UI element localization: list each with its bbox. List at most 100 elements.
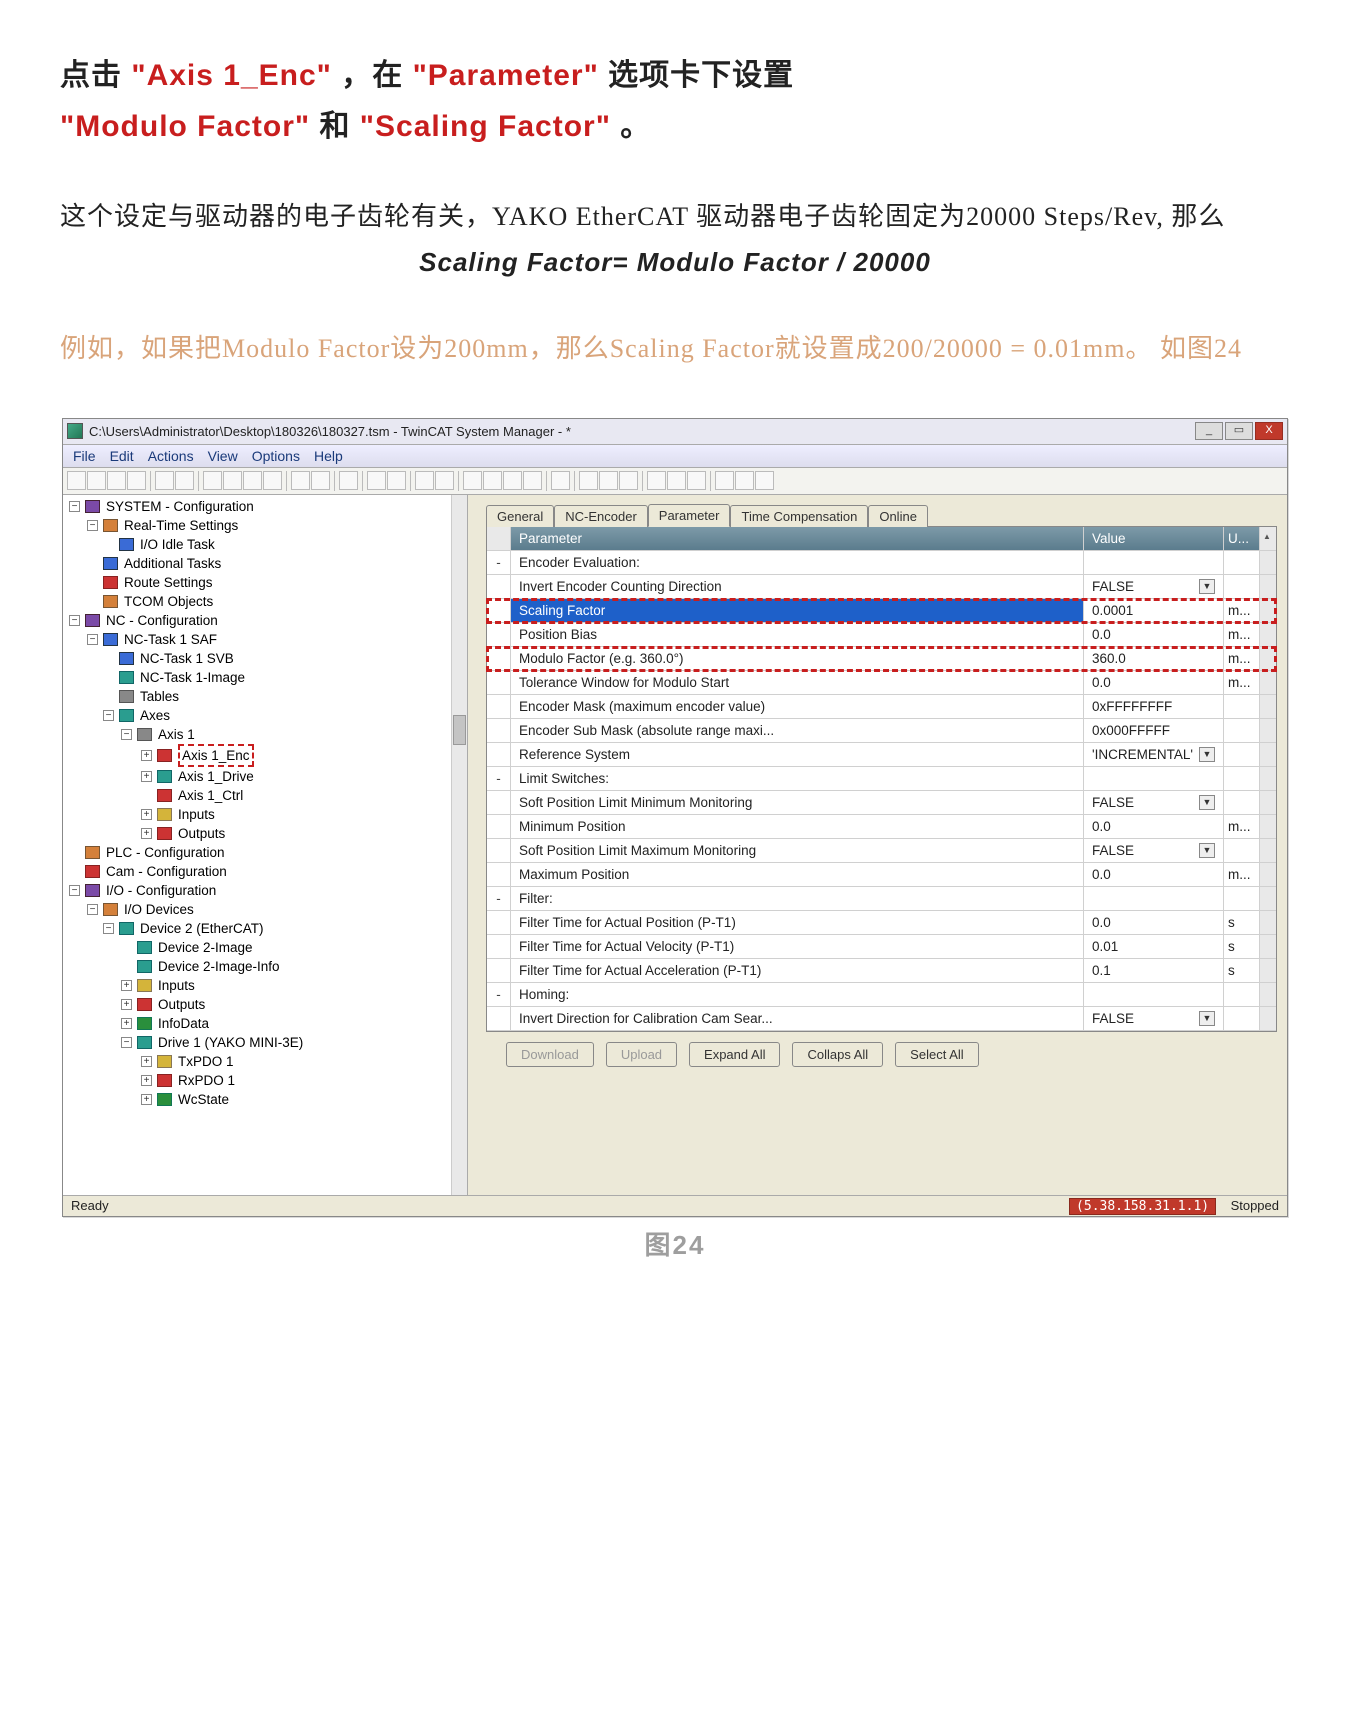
tree-node[interactable]: I/O Idle Task: [63, 535, 467, 554]
tree-pane[interactable]: −SYSTEM - Configuration−Real-Time Settin…: [63, 495, 468, 1195]
tree-node[interactable]: +Inputs: [63, 805, 467, 824]
toolbar-icon[interactable]: [415, 471, 434, 490]
param-value[interactable]: 0x000FFFFF: [1084, 719, 1224, 742]
toolbar-icon[interactable]: [503, 471, 522, 490]
toolbar-icon[interactable]: [223, 471, 242, 490]
scroll-thumb[interactable]: [453, 715, 466, 745]
tree-node[interactable]: +RxPDO 1: [63, 1071, 467, 1090]
toolbar-icon[interactable]: [311, 471, 330, 490]
tree-node[interactable]: −Axes: [63, 706, 467, 725]
param-value[interactable]: 0.0: [1084, 671, 1224, 694]
collapse-all-button[interactable]: Collaps All: [792, 1042, 883, 1067]
toolbar-icon[interactable]: [667, 471, 686, 490]
param-value[interactable]: FALSE▼: [1084, 575, 1224, 598]
tree-node[interactable]: Tables: [63, 687, 467, 706]
header-scroll-up[interactable]: [1260, 527, 1276, 550]
param-value[interactable]: 0.0: [1084, 623, 1224, 646]
parameter-row[interactable]: Filter Time for Actual Velocity (P-T1)0.…: [487, 935, 1276, 959]
param-value[interactable]: FALSE▼: [1084, 839, 1224, 862]
tree-node[interactable]: Cam - Configuration: [63, 862, 467, 881]
expand-icon[interactable]: +: [121, 1018, 132, 1029]
expand-icon[interactable]: +: [141, 1094, 152, 1105]
param-value[interactable]: 0.0001: [1084, 599, 1224, 622]
toolbar-icon[interactable]: [599, 471, 618, 490]
tree-node[interactable]: +Outputs: [63, 995, 467, 1014]
tree-node[interactable]: NC-Task 1-Image: [63, 668, 467, 687]
param-value[interactable]: 0.1: [1084, 959, 1224, 982]
row-expand[interactable]: -: [487, 767, 511, 790]
tree-node[interactable]: −NC-Task 1 SAF: [63, 630, 467, 649]
toolbar-icon[interactable]: [127, 471, 146, 490]
tree-node[interactable]: −SYSTEM - Configuration: [63, 497, 467, 516]
expand-icon[interactable]: +: [121, 980, 132, 991]
select-all-button[interactable]: Select All: [895, 1042, 978, 1067]
toolbar-icon[interactable]: [87, 471, 106, 490]
toolbar-icon[interactable]: [175, 471, 194, 490]
parameter-row[interactable]: Reference System'INCREMENTAL'▼: [487, 743, 1276, 767]
toolbar-icon[interactable]: [483, 471, 502, 490]
toolbar-icon[interactable]: [647, 471, 666, 490]
parameter-row[interactable]: Encoder Mask (maximum encoder value)0xFF…: [487, 695, 1276, 719]
param-value[interactable]: [1084, 551, 1224, 574]
parameter-row[interactable]: Tolerance Window for Modulo Start0.0m...: [487, 671, 1276, 695]
tree-node[interactable]: NC-Task 1 SVB: [63, 649, 467, 668]
tab-nc-encoder[interactable]: NC-Encoder: [554, 505, 648, 527]
parameter-row[interactable]: Scaling Factor0.0001m...: [487, 599, 1276, 623]
toolbar-icon[interactable]: [619, 471, 638, 490]
tab-online[interactable]: Online: [868, 505, 928, 527]
dropdown-icon[interactable]: ▼: [1199, 843, 1215, 858]
expand-icon[interactable]: −: [69, 501, 80, 512]
parameter-row[interactable]: -Filter:: [487, 887, 1276, 911]
dropdown-icon[interactable]: ▼: [1199, 747, 1215, 762]
row-expand[interactable]: -: [487, 983, 511, 1006]
row-expand[interactable]: -: [487, 551, 511, 574]
toolbar-icon[interactable]: [551, 471, 570, 490]
scrollbar[interactable]: [451, 495, 467, 1195]
toolbar-icon[interactable]: [291, 471, 310, 490]
parameter-row[interactable]: -Limit Switches:: [487, 767, 1276, 791]
tree-node[interactable]: −Device 2 (EtherCAT): [63, 919, 467, 938]
tab-parameter[interactable]: Parameter: [648, 504, 731, 527]
param-value[interactable]: FALSE▼: [1084, 791, 1224, 814]
expand-icon[interactable]: +: [141, 828, 152, 839]
menu-edit[interactable]: Edit: [110, 448, 134, 464]
parameter-row[interactable]: Invert Encoder Counting DirectionFALSE▼: [487, 575, 1276, 599]
parameter-row[interactable]: Minimum Position0.0m...: [487, 815, 1276, 839]
toolbar-icon[interactable]: [715, 471, 734, 490]
expand-icon[interactable]: +: [141, 771, 152, 782]
menu-options[interactable]: Options: [252, 448, 300, 464]
expand-icon[interactable]: +: [141, 1075, 152, 1086]
tab-time-compensation[interactable]: Time Compensation: [730, 505, 868, 527]
parameter-row[interactable]: Soft Position Limit Minimum MonitoringFA…: [487, 791, 1276, 815]
expand-icon[interactable]: +: [121, 999, 132, 1010]
menu-file[interactable]: File: [73, 448, 96, 464]
minimize-button[interactable]: _: [1195, 422, 1223, 440]
expand-icon[interactable]: −: [87, 520, 98, 531]
tree-node[interactable]: +TxPDO 1: [63, 1052, 467, 1071]
parameter-row[interactable]: Filter Time for Actual Position (P-T1)0.…: [487, 911, 1276, 935]
close-button[interactable]: X: [1255, 422, 1283, 440]
toolbar-icon[interactable]: [263, 471, 282, 490]
param-value[interactable]: FALSE▼: [1084, 1007, 1224, 1030]
expand-icon[interactable]: −: [87, 904, 98, 915]
toolbar-icon[interactable]: [203, 471, 222, 490]
tree-node[interactable]: +Axis 1_Enc: [63, 744, 467, 767]
download-button[interactable]: Download: [506, 1042, 594, 1067]
toolbar-icon[interactable]: [339, 471, 358, 490]
param-value[interactable]: [1084, 983, 1224, 1006]
toolbar-icon[interactable]: [67, 471, 86, 490]
tree-node[interactable]: +InfoData: [63, 1014, 467, 1033]
menu-help[interactable]: Help: [314, 448, 343, 464]
param-value[interactable]: 0.0: [1084, 815, 1224, 838]
parameter-row[interactable]: Modulo Factor (e.g. 360.0°)360.0m...: [487, 647, 1276, 671]
param-value[interactable]: 360.0: [1084, 647, 1224, 670]
tree-node[interactable]: Axis 1_Ctrl: [63, 786, 467, 805]
dropdown-icon[interactable]: ▼: [1199, 795, 1215, 810]
tree-node[interactable]: −NC - Configuration: [63, 611, 467, 630]
toolbar-icon[interactable]: [435, 471, 454, 490]
toolbar-icon[interactable]: [387, 471, 406, 490]
toolbar-icon[interactable]: [735, 471, 754, 490]
param-value[interactable]: 'INCREMENTAL'▼: [1084, 743, 1224, 766]
parameter-row[interactable]: -Homing:: [487, 983, 1276, 1007]
toolbar-icon[interactable]: [579, 471, 598, 490]
